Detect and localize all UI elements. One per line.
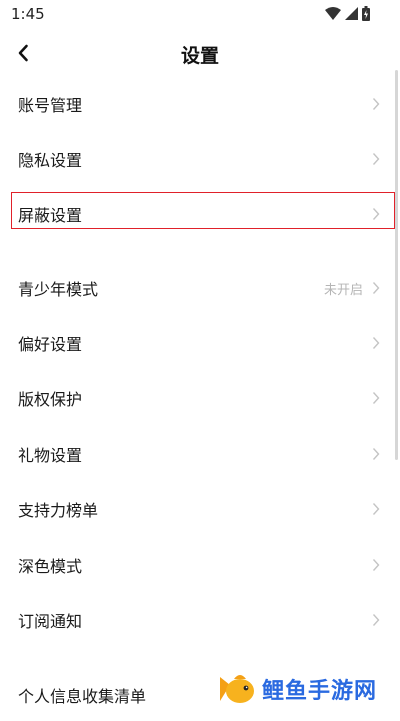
setting-item-subscription[interactable]: 订阅通知 [0,594,400,646]
watermark-text: 鲤鱼手游网 [262,678,378,704]
chevron-right-icon [372,392,380,404]
chevron-right-icon [372,282,380,294]
fish-logo-icon [220,674,254,703]
setting-label: 支持力榜单 [18,501,99,520]
status-bar: 1:45 [0,0,400,30]
chevron-right-icon [372,503,380,515]
setting-label: 偏好设置 [18,335,83,354]
setting-label: 礼物设置 [18,446,83,465]
setting-item-teen-mode[interactable]: 青少年模式 未开启 [0,262,400,314]
scrollbar[interactable] [395,70,398,460]
setting-label: 版权保护 [18,390,83,409]
page-title: 设置 [180,45,219,67]
status-icons [325,6,370,21]
setting-item-gift[interactable]: 礼物设置 [0,428,400,480]
setting-label: 订阅通知 [18,612,83,631]
setting-item-block[interactable]: 屏蔽设置 [0,188,400,240]
setting-item-preferences[interactable]: 偏好设置 [0,317,400,369]
signal-icon [345,7,358,20]
setting-value: 未开启 [323,283,363,298]
setting-label: 个人信息收集清单 [18,687,147,706]
wifi-icon [325,7,341,20]
setting-item-support-ranking[interactable]: 支持力榜单 [0,483,400,535]
setting-label: 青少年模式 [18,280,99,299]
chevron-right-icon [372,337,380,349]
chevron-right-icon [372,559,380,571]
chevron-right-icon [372,153,380,165]
setting-item-privacy[interactable]: 隐私设置 [0,133,400,185]
chevron-right-icon [372,208,380,220]
setting-label: 深色模式 [18,557,83,576]
setting-label: 账号管理 [18,96,83,115]
chevron-right-icon [372,98,380,110]
battery-icon [362,6,370,21]
setting-item-account[interactable]: 账号管理 [0,78,400,130]
setting-label: 屏蔽设置 [18,206,83,225]
setting-item-dark-mode[interactable]: 深色模式 [0,539,400,591]
chevron-right-icon [372,614,380,626]
nav-bar: 设置 [0,30,400,76]
setting-label: 隐私设置 [18,151,83,170]
status-time: 1:45 [11,5,45,23]
chevron-right-icon [372,448,380,460]
watermark: 鲤鱼手游网 [216,666,396,711]
setting-item-copyright[interactable]: 版权保护 [0,372,400,424]
